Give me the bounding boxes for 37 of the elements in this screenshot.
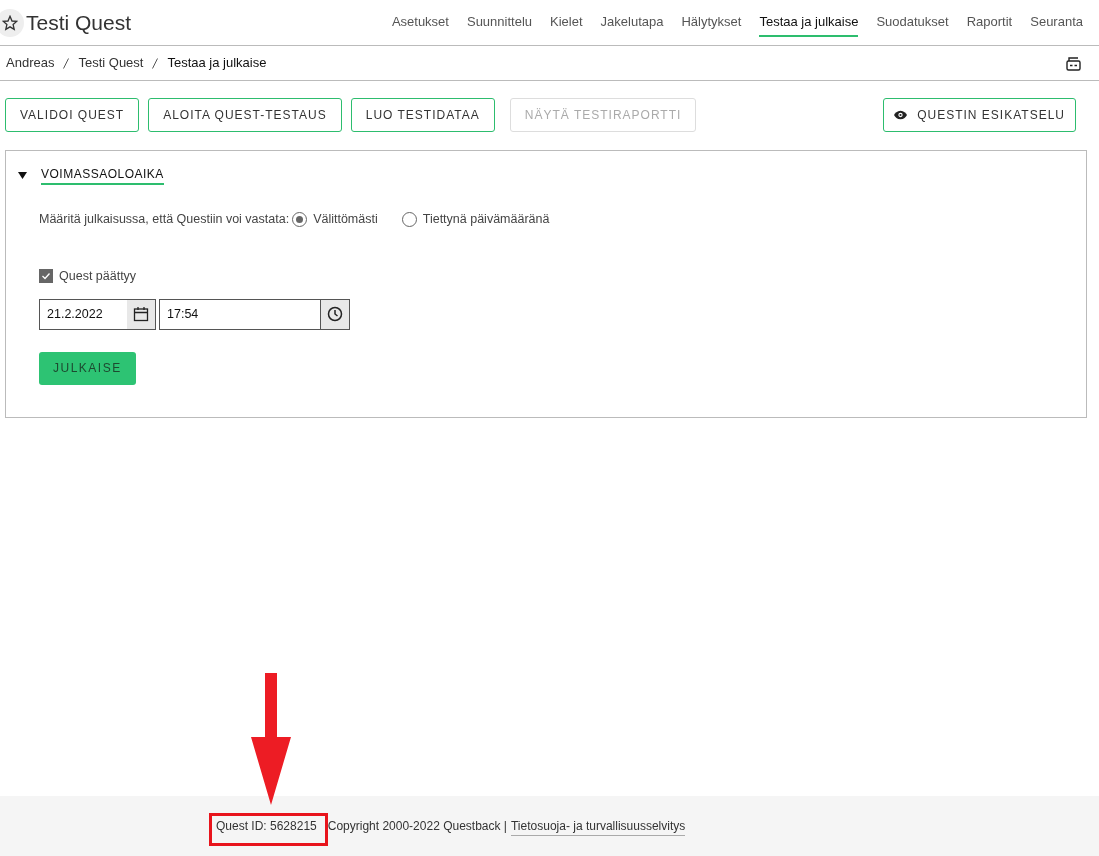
check-icon bbox=[41, 271, 51, 282]
clock-icon[interactable] bbox=[327, 306, 343, 322]
nav-tab[interactable]: Jakelutapa bbox=[600, 7, 664, 38]
quest-title: Testi Quest bbox=[26, 9, 132, 36]
separator-icon bbox=[152, 57, 159, 69]
nav-tab[interactable]: Hälytykset bbox=[681, 7, 742, 38]
breadcrumb-item[interactable]: Testi Quest bbox=[78, 53, 144, 73]
prompt-text: Määritä julkaisussa, että Questiin voi vastata: bbox=[39, 211, 290, 228]
calendar-icon[interactable] bbox=[133, 306, 149, 322]
nav-tab[interactable]: Asetukset bbox=[391, 7, 449, 38]
section-title[interactable]: VOIMASSAOLOAIKA bbox=[41, 165, 164, 185]
breadcrumb-item: Testaa ja julkaise bbox=[167, 54, 267, 73]
preview-button[interactable]: QUESTIN ESIKATSELU bbox=[883, 98, 1076, 132]
separator-icon bbox=[63, 57, 70, 69]
radio-label[interactable]: Tiettynä päivämääränä bbox=[422, 210, 550, 229]
toolbar-button[interactable]: VALIDOI QUEST bbox=[5, 98, 140, 132]
quest-id-text: Quest ID: 5628215 bbox=[216, 818, 317, 835]
breadcrumb-item[interactable]: Andreas bbox=[6, 53, 55, 73]
eye-icon bbox=[894, 110, 908, 120]
copyright-text: Copyright 2000-2022 Questback | bbox=[327, 818, 507, 835]
privacy-link[interactable]: Tietosuoja- ja turvallisuusselvitys bbox=[510, 816, 686, 836]
nav-tab[interactable]: Kielet bbox=[550, 7, 583, 38]
nav-tab[interactable]: Seuranta bbox=[1030, 7, 1083, 38]
toolbar-button[interactable]: LUO TESTIDATAA bbox=[350, 98, 495, 132]
nav-tab[interactable]: Raportit bbox=[966, 7, 1013, 38]
triangle-icon[interactable] bbox=[18, 170, 27, 180]
checkbox-label[interactable]: Quest päättyy bbox=[59, 266, 137, 286]
radio-label[interactable]: Välittömästi bbox=[313, 210, 378, 229]
toolbar-button[interactable]: ALOITA QUEST-TESTAUS bbox=[148, 98, 342, 132]
nav-tab[interactable]: Suodatukset bbox=[876, 7, 949, 38]
nav-tab[interactable]: Suunnittelu bbox=[466, 7, 533, 38]
nav-tab[interactable]: Testaa ja julkaise bbox=[759, 7, 859, 38]
time-field[interactable]: 17:54 bbox=[159, 298, 350, 330]
translate-icon[interactable] bbox=[1065, 54, 1083, 72]
checkbox[interactable] bbox=[39, 269, 53, 284]
date-field[interactable]: 21.2.2022 bbox=[39, 298, 156, 330]
publish-button[interactable]: JULKAISE bbox=[39, 351, 136, 385]
